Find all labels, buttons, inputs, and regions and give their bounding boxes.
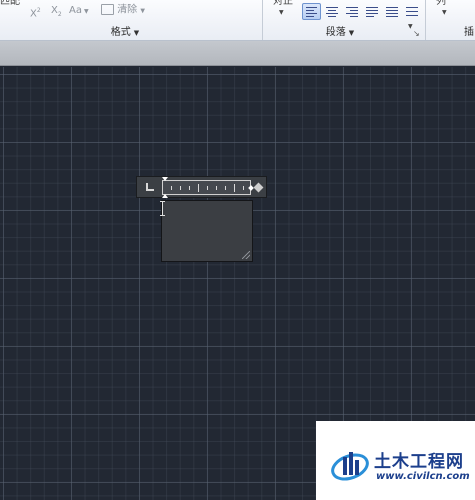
line-spacing-button[interactable] bbox=[402, 3, 421, 20]
text-editor-ruler-bar[interactable] bbox=[136, 176, 267, 198]
justify-button[interactable] bbox=[362, 3, 381, 20]
chevron-down-icon[interactable]: ▼ bbox=[279, 7, 284, 19]
site-watermark: 土木工程网 www.civilcn.com bbox=[316, 421, 475, 500]
dialog-launcher-icon[interactable]: ↘ bbox=[413, 29, 420, 38]
align-left-button[interactable] bbox=[302, 3, 321, 20]
ribbon-panel: 匹配 X2 X2 Aa ▼ 清除 ▼ 格式 ▼ 对正 ▼ ▼ 段落 ▼ ↘ 列 … bbox=[0, 0, 475, 41]
subscript-button[interactable]: X2 bbox=[51, 5, 62, 21]
right-margin-handle[interactable] bbox=[248, 185, 254, 191]
first-line-indent-handle[interactable] bbox=[162, 177, 168, 181]
format-group-title[interactable]: 格式 ▼ bbox=[90, 26, 160, 40]
chevron-down-icon: ▼ bbox=[140, 7, 145, 15]
text-cursor-icon bbox=[160, 201, 165, 216]
text-ruler[interactable] bbox=[162, 177, 254, 198]
command-bar bbox=[0, 41, 475, 66]
paragraph-group-title[interactable]: 段落 ▼ bbox=[310, 26, 370, 40]
group-divider bbox=[262, 0, 263, 40]
eraser-icon bbox=[101, 4, 114, 15]
change-case-button[interactable]: Aa ▼ bbox=[69, 5, 89, 18]
align-center-button[interactable] bbox=[322, 3, 341, 20]
paragraph-indent-handle[interactable] bbox=[162, 194, 168, 198]
resize-grip-icon[interactable] bbox=[242, 251, 250, 259]
chevron-down-icon: ▼ bbox=[133, 29, 140, 37]
chevron-down-icon: ▼ bbox=[348, 29, 355, 37]
distribute-button[interactable] bbox=[382, 3, 401, 20]
match-label[interactable]: 匹配 bbox=[0, 0, 20, 8]
watermark-title: 土木工程网 bbox=[374, 452, 464, 472]
civilcn-logo-icon bbox=[331, 452, 369, 481]
chevron-down-icon[interactable]: ▼ bbox=[408, 21, 413, 33]
align-right-button[interactable] bbox=[342, 3, 361, 20]
superscript-button[interactable]: X2 bbox=[30, 5, 41, 20]
text-width-handle[interactable] bbox=[253, 182, 264, 193]
mtext-edit-box[interactable] bbox=[161, 200, 253, 262]
tab-type-icon[interactable] bbox=[146, 183, 154, 191]
group-divider bbox=[425, 0, 426, 40]
insert-group-title[interactable]: 插 bbox=[462, 26, 475, 40]
watermark-url: www.civilcn.com bbox=[376, 471, 470, 482]
chevron-down-icon[interactable]: ▼ bbox=[442, 7, 447, 19]
clear-format-button[interactable]: 清除 ▼ bbox=[101, 4, 145, 18]
chevron-down-icon: ▼ bbox=[83, 8, 89, 15]
